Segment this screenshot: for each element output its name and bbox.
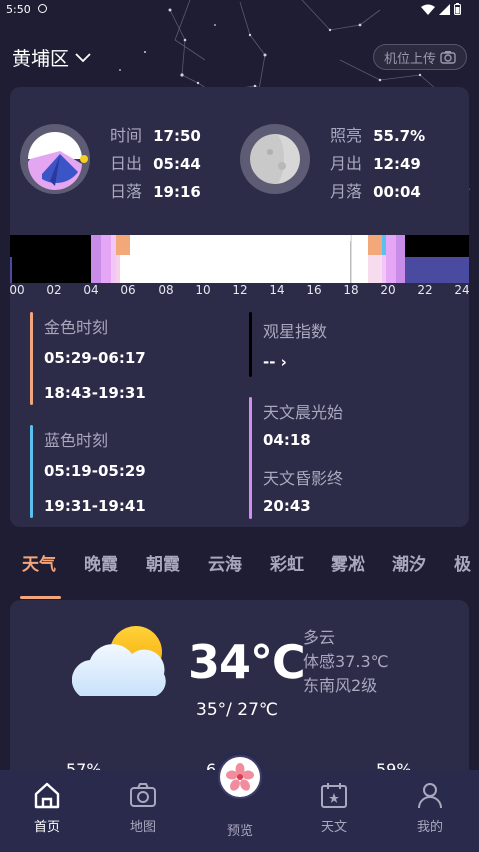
signal-icon	[439, 3, 450, 15]
user-icon	[418, 783, 442, 809]
stargazing-index-section[interactable]: 观星指数 -- ›	[249, 312, 449, 377]
blue-hour-title: 蓝色时刻	[44, 431, 109, 450]
tick-label: 18	[343, 283, 359, 297]
map-label: 地图	[129, 820, 156, 835]
notification-icon	[38, 4, 47, 13]
weather-details: 多云 体感37.3℃ 东南风2级	[303, 626, 389, 698]
wifi-icon	[421, 4, 435, 15]
sun-info: 时间 17:50 日出 05:44 日落 19:16	[110, 122, 201, 206]
current-temperature: 34℃	[188, 635, 306, 689]
moonset-value: 00:04	[373, 183, 421, 201]
tick-label: 16	[306, 283, 322, 297]
mine-label: 我的	[416, 820, 443, 835]
weather-condition: 多云	[303, 628, 336, 647]
feels-like: 体感37.3℃	[303, 652, 389, 671]
timeline-axis: 00 02 04 06 08 10 12 14 16 18 20 22 24	[9, 283, 470, 299]
stargazing-title: 观星指数	[263, 322, 328, 341]
tab-rainbow[interactable]: 彩虹	[270, 550, 304, 575]
astro-dusk-title: 天文昏影终	[263, 469, 344, 488]
upload-label: 机位上传	[383, 51, 436, 67]
location-name: 黄埔区	[12, 48, 70, 70]
stargazing-value[interactable]: -- ›	[263, 353, 287, 371]
camera-icon	[440, 51, 456, 64]
golden-hour-bar	[30, 312, 33, 405]
temperature-range: 35°/ 27℃	[196, 700, 278, 720]
astro-dusk-value: 20:43	[263, 497, 311, 515]
tab-cloud-sea[interactable]: 云海	[208, 550, 242, 575]
tick-label: 14	[269, 283, 285, 297]
category-tabs: 天气 晚霞 朝霞 云海 彩虹 雾凇 潮汐 极	[0, 550, 479, 584]
golden-hour-morning: 05:29-06:17	[44, 349, 146, 367]
partly-cloudy-icon	[72, 626, 166, 696]
wind-info: 东南风2级	[303, 676, 378, 695]
sunrise-value: 05:44	[153, 155, 201, 173]
home-icon	[34, 782, 60, 809]
blue-hour-bar	[30, 425, 33, 518]
tick-label: 22	[417, 283, 433, 297]
astro-twilight-section: 天文晨光始 04:18 天文昏影终 20:43	[249, 397, 449, 519]
moonrise-label: 月出	[330, 154, 363, 173]
astro-dawn-title: 天文晨光始	[263, 403, 344, 422]
astro-info-card: 时间 17:50 日出 05:44 日落 19:16 照亮 55.7% 月出 1…	[9, 87, 470, 527]
golden-hour-evening: 18:43-19:31	[44, 384, 146, 402]
tab-sunrise-glow[interactable]: 朝霞	[146, 550, 180, 575]
golden-hour-section: 金色时刻 05:29-06:17 18:43-19:31	[30, 312, 230, 405]
astro-label: 天文	[320, 820, 347, 835]
blue-hour-section: 蓝色时刻 05:19-05:29 19:31-19:41	[30, 425, 230, 518]
status-bar: 5:50	[0, 0, 479, 22]
calendar-star-icon	[321, 783, 347, 808]
sunset-label: 日落	[110, 182, 143, 201]
tab-tide[interactable]: 潮汐	[392, 550, 426, 575]
tab-sunset-glow[interactable]: 晚霞	[84, 550, 118, 575]
camera-icon	[130, 783, 156, 807]
moon-dial	[240, 124, 310, 194]
tick-label: 00	[9, 283, 25, 297]
tick-label: 02	[46, 283, 62, 297]
astro-dawn-value: 04:18	[263, 431, 311, 449]
time-label: 时间	[110, 126, 143, 145]
golden-hour-title: 金色时刻	[44, 318, 109, 337]
tick-label: 06	[120, 283, 136, 297]
location-selector[interactable]: 黄埔区	[12, 44, 91, 71]
illumination-label: 照亮	[330, 126, 363, 145]
tabbar-astro[interactable]: 天文	[304, 780, 364, 835]
spot-upload-button[interactable]: 机位上传	[372, 44, 467, 70]
preview-button[interactable]	[214, 751, 266, 803]
moon-info: 照亮 55.7% 月出 12:49 月落 00:04	[330, 122, 425, 206]
preview-label: 预览	[226, 824, 253, 839]
moonset-label: 月落	[330, 182, 363, 201]
daylight-timeline[interactable]	[10, 235, 469, 283]
sunrise-label: 日出	[110, 154, 143, 173]
tabbar-mine[interactable]: 我的	[400, 780, 460, 835]
tick-label: 12	[232, 283, 248, 297]
astro-twilight-bar	[249, 397, 252, 519]
tab-aurora[interactable]: 极	[454, 550, 471, 575]
tab-rime[interactable]: 雾凇	[331, 550, 365, 575]
tabbar-home[interactable]: 首页	[17, 780, 77, 835]
chevron-down-icon	[75, 52, 91, 62]
battery-icon	[454, 3, 461, 15]
moonrise-value: 12:49	[373, 155, 421, 173]
tick-label: 24	[454, 283, 470, 297]
blue-hour-morning: 05:19-05:29	[44, 462, 146, 480]
moon-phase-icon	[250, 134, 300, 184]
tick-label: 04	[83, 283, 99, 297]
status-time: 5:50	[6, 3, 31, 16]
home-label: 首页	[33, 820, 60, 835]
tabbar-map[interactable]: 地图	[113, 780, 173, 835]
flower-icon	[226, 763, 254, 791]
time-value: 17:50	[153, 127, 201, 145]
sun-position-icon	[27, 132, 88, 191]
sunset-value: 19:16	[153, 183, 201, 201]
sun-dial	[20, 124, 90, 194]
tick-label: 20	[380, 283, 396, 297]
tick-label: 10	[195, 283, 211, 297]
active-tab-indicator	[20, 596, 61, 599]
illumination-value: 55.7%	[373, 127, 426, 145]
blue-hour-evening: 19:31-19:41	[44, 497, 146, 515]
tick-label: 08	[158, 283, 174, 297]
stargazing-bar	[249, 312, 252, 377]
tab-weather[interactable]: 天气	[22, 550, 56, 575]
